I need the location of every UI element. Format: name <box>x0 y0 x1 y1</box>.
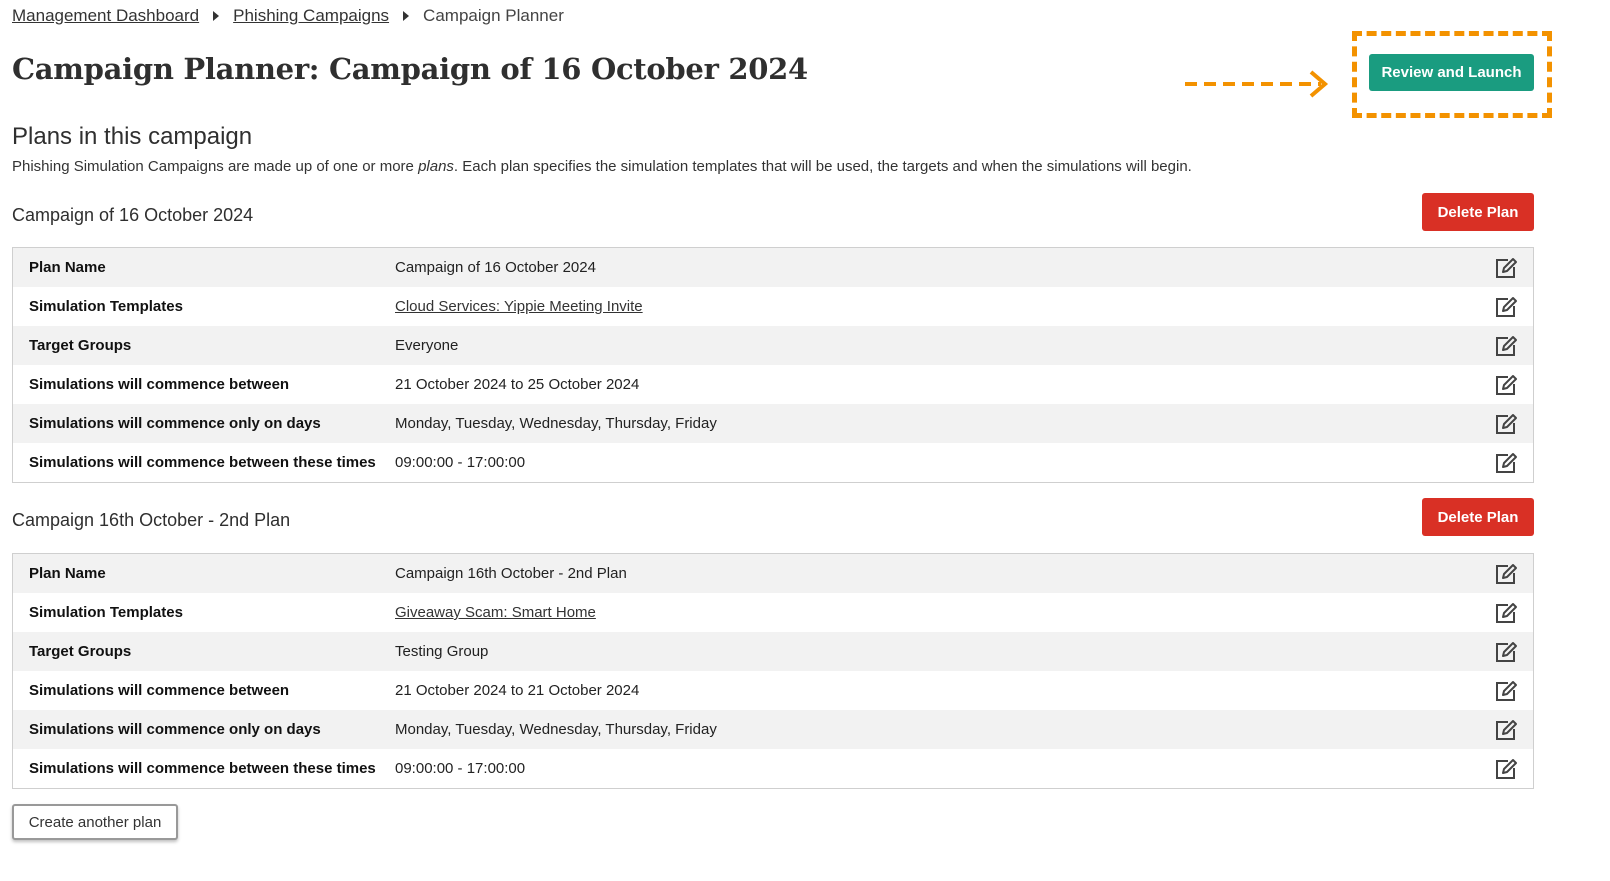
plan-row-days: Simulations will commence only on days M… <box>13 404 1533 443</box>
delete-plan-button[interactable]: Delete Plan <box>1422 193 1534 231</box>
plan-row-templates: Simulation Templates Giveaway Scam: Smar… <box>13 593 1533 632</box>
row-value: Campaign 16th October - 2nd Plan <box>395 565 627 582</box>
row-label: Target Groups <box>29 337 132 354</box>
plan-row-name: Plan Name Campaign of 16 October 2024 <box>13 248 1533 287</box>
template-link[interactable]: Cloud Services: Yippie Meeting Invite <box>395 298 643 315</box>
edit-icon[interactable] <box>1494 640 1518 664</box>
row-value: 09:00:00 - 17:00:00 <box>395 454 526 471</box>
edit-icon[interactable] <box>1494 679 1518 703</box>
section-title: Plans in this campaign <box>12 123 253 150</box>
breadcrumb-phishing-campaigns[interactable]: Phishing Campaigns <box>233 6 389 26</box>
breadcrumb-current: Campaign Planner <box>423 6 564 25</box>
caret-right-icon <box>213 11 220 21</box>
row-label: Target Groups <box>29 643 132 660</box>
dashed-arrow-right-icon <box>1185 70 1329 98</box>
row-label: Simulations will commence between these … <box>29 760 376 777</box>
row-label: Simulation Templates <box>29 604 183 621</box>
row-label: Simulation Templates <box>29 298 183 315</box>
row-value: Everyone <box>395 337 459 354</box>
row-label: Simulations will commence between <box>29 682 290 699</box>
row-label: Simulations will commence between these … <box>29 454 376 471</box>
row-value: 21 October 2024 to 25 October 2024 <box>395 376 640 393</box>
plan-row-days: Simulations will commence only on days M… <box>13 710 1533 749</box>
breadcrumb-management-dashboard[interactable]: Management Dashboard <box>12 6 199 26</box>
row-label: Simulations will commence only on days <box>29 721 321 738</box>
row-label: Plan Name <box>29 259 106 276</box>
row-value: Monday, Tuesday, Wednesday, Thursday, Fr… <box>395 415 717 432</box>
row-label: Simulations will commence between <box>29 376 290 393</box>
breadcrumb: Management Dashboard Phishing Campaigns … <box>12 6 564 26</box>
plan-title: Campaign 16th October - 2nd Plan <box>12 510 291 530</box>
edit-icon[interactable] <box>1494 451 1518 475</box>
plan-row-targets: Target Groups Everyone <box>13 326 1533 365</box>
edit-icon[interactable] <box>1494 601 1518 625</box>
template-link[interactable]: Giveaway Scam: Smart Home <box>395 604 596 621</box>
row-value: Campaign of 16 October 2024 <box>395 259 596 276</box>
plan-row-date-range: Simulations will commence between 21 Oct… <box>13 365 1533 404</box>
create-another-plan-button[interactable]: Create another plan <box>12 804 178 840</box>
edit-icon[interactable] <box>1494 718 1518 742</box>
plan-table: Plan Name Campaign 16th October - 2nd Pl… <box>12 553 1534 789</box>
plan-row-times: Simulations will commence between these … <box>13 749 1533 788</box>
edit-icon[interactable] <box>1494 295 1518 319</box>
row-value: Testing Group <box>395 643 489 660</box>
section-description-end: . Each plan specifies the simulation tem… <box>453 158 1192 175</box>
review-and-launch-button[interactable]: Review and Launch <box>1369 54 1534 91</box>
plan-row-times: Simulations will commence between these … <box>13 443 1533 482</box>
row-label: Plan Name <box>29 565 106 582</box>
plan-row-date-range: Simulations will commence between 21 Oct… <box>13 671 1533 710</box>
plan-row-templates: Simulation Templates Cloud Services: Yip… <box>13 287 1533 326</box>
section-description: Phishing Simulation Campaigns are made u… <box>12 158 1192 175</box>
row-label: Simulations will commence only on days <box>29 415 321 432</box>
plan-table: Plan Name Campaign of 16 October 2024 Si… <box>12 247 1534 483</box>
edit-icon[interactable] <box>1494 256 1518 280</box>
delete-plan-button[interactable]: Delete Plan <box>1422 498 1534 536</box>
edit-icon[interactable] <box>1494 334 1518 358</box>
caret-right-icon <box>403 11 410 21</box>
section-description-start: Phishing Simulation Campaigns are made u… <box>12 158 419 175</box>
plan-row-targets: Target Groups Testing Group <box>13 632 1533 671</box>
row-value: 09:00:00 - 17:00:00 <box>395 760 526 777</box>
edit-icon[interactable] <box>1494 373 1518 397</box>
edit-icon[interactable] <box>1494 757 1518 781</box>
plan-title: Campaign of 16 October 2024 <box>12 205 254 225</box>
row-value: Monday, Tuesday, Wednesday, Thursday, Fr… <box>395 721 717 738</box>
row-value: 21 October 2024 to 21 October 2024 <box>395 682 640 699</box>
plan-row-name: Plan Name Campaign 16th October - 2nd Pl… <box>13 554 1533 593</box>
section-description-emphasis: plans <box>418 158 454 175</box>
edit-icon[interactable] <box>1494 562 1518 586</box>
page-title: Campaign Planner: Campaign of 16 October… <box>12 52 808 86</box>
edit-icon[interactable] <box>1494 412 1518 436</box>
